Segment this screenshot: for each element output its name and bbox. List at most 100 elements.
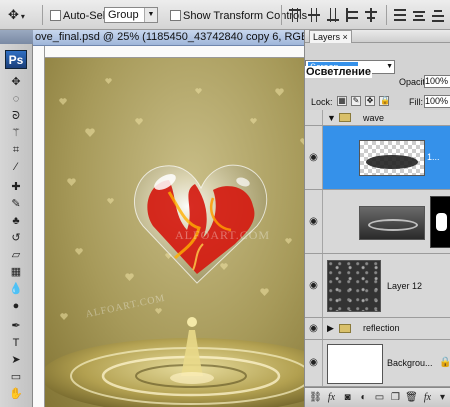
eye-icon: ◉	[309, 215, 318, 227]
canvas[interactable]: ALFOART.COM ALFOART.COM	[45, 58, 337, 407]
path-selection-icon[interactable]: ➤	[8, 353, 24, 367]
layer-thumbnail	[327, 344, 383, 384]
visibility-toggle[interactable]: ◉	[305, 340, 323, 386]
lock-image-icon[interactable]: ✎	[351, 96, 361, 106]
align-vcenter-icon[interactable]	[307, 8, 321, 22]
chevron-down-icon: ▼	[144, 8, 157, 22]
lock-transparent-icon[interactable]: ▦	[337, 96, 347, 106]
layer-name: wave	[363, 113, 385, 123]
watermark: ALFOART.COM	[175, 228, 271, 242]
photoshop-logo[interactable]: Ps	[5, 50, 27, 69]
layer-name: Layer 12	[387, 281, 423, 291]
layer-row-background[interactable]: ◉ Backgrou... 🔒	[305, 340, 450, 387]
chevron-down-icon: ▼	[386, 63, 393, 70]
glass-heart	[134, 164, 268, 284]
move-tool-preset[interactable]: ✥ ▾	[8, 8, 30, 22]
add-mask-icon[interactable]: ◙	[341, 391, 354, 404]
clone-stamp-icon[interactable]: ♣	[8, 214, 24, 228]
fx-icon[interactable]: fx	[421, 391, 434, 404]
tab-layers-label: Layers	[313, 32, 341, 42]
auto-select-checkbox[interactable]	[50, 10, 61, 21]
folder-icon	[339, 113, 351, 122]
options-bar: ✥ ▾ Auto-Select: Group ▼ Show Transform Co…	[0, 0, 450, 30]
visibility-toggle[interactable]: ◉	[305, 126, 323, 189]
layer-thumbnail	[359, 206, 425, 240]
pen-tool-icon[interactable]: ✒	[8, 319, 24, 333]
expand-icon[interactable]: ▾	[436, 391, 449, 404]
close-icon[interactable]: ×	[343, 32, 348, 42]
chevron-right-icon[interactable]: ▶	[327, 323, 334, 334]
align-top-icon[interactable]	[288, 8, 302, 22]
delete-layer-icon[interactable]: 🗑	[405, 391, 418, 404]
tab-layers[interactable]: Layers ×	[309, 30, 352, 43]
dodge-tool-icon[interactable]: ●	[8, 299, 24, 313]
layer-mask-thumbnail[interactable]	[430, 196, 450, 248]
eye-icon: ◉	[309, 322, 318, 334]
layer-thumbnail	[359, 140, 425, 176]
auto-select-dropdown[interactable]: Group ▼	[104, 7, 158, 23]
show-transform-checkbox[interactable]	[170, 10, 181, 21]
layer-group-wave[interactable]: ▼ wave	[305, 110, 450, 126]
folder-icon	[339, 324, 351, 333]
blur-tool-icon[interactable]: 💧	[8, 282, 24, 296]
fill-label: Fill:	[409, 97, 423, 107]
layer-row[interactable]: ◉ Layer 12	[305, 254, 450, 318]
vertical-ruler[interactable]	[33, 46, 45, 407]
visibility-toggle[interactable]: ◉	[305, 318, 323, 339]
visibility-toggle[interactable]	[305, 110, 323, 125]
separator	[281, 5, 282, 25]
type-tool-icon[interactable]: T	[8, 336, 24, 350]
lasso-tool-icon[interactable]: ᘐ	[8, 109, 24, 123]
lock-label: Lock:	[311, 97, 333, 107]
eraser-tool-icon[interactable]: ▱	[8, 248, 24, 262]
hand-tool-icon[interactable]: ✋	[8, 387, 24, 401]
lock-position-icon[interactable]: ✥	[365, 96, 375, 106]
adjustment-layer-icon[interactable]: ◐	[357, 391, 370, 404]
layer-name: Backgrou...	[387, 358, 433, 368]
new-layer-icon[interactable]: ❐	[389, 391, 402, 404]
crop-tool-icon[interactable]: ⌗	[8, 143, 24, 157]
fill-input[interactable]: 100%	[424, 95, 450, 108]
opacity-input[interactable]: 100%	[424, 75, 450, 88]
magic-wand-icon[interactable]: ⚚	[8, 126, 24, 140]
water-splash	[45, 317, 337, 407]
layer-group-reflection[interactable]: ◉ ▶ reflection	[305, 318, 450, 340]
link-layers-icon[interactable]: ⛓	[309, 391, 322, 404]
layers-panel: Layers × Screen ▼ Осветление Opacity: 10…	[304, 30, 450, 407]
lock-all-icon[interactable]: 🔒	[379, 96, 390, 106]
history-brush-icon[interactable]: ↺	[8, 231, 24, 245]
toolbox: Ps ✥ ◌ ᘐ ⚚ ⌗ ⁄ ✚ ✎ ♣ ↺ ▱ ▦ 💧 ● ✒ T ➤ ▭ ✋	[0, 30, 33, 407]
gradient-tool-icon[interactable]: ▦	[8, 265, 24, 279]
distribute-bottom-icon[interactable]	[431, 8, 445, 22]
separator	[42, 5, 43, 25]
move-tool-icon[interactable]: ✥	[8, 75, 24, 89]
visibility-toggle[interactable]: ◉	[305, 254, 323, 317]
align-bottom-icon[interactable]	[326, 8, 340, 22]
eye-icon: ◉	[309, 151, 318, 163]
align-hcenter-icon[interactable]	[364, 8, 378, 22]
eye-icon: ◉	[309, 279, 318, 291]
marquee-tool-icon[interactable]: ◌	[8, 92, 24, 106]
layer-thumbnail	[327, 260, 381, 312]
layer-name: 1...	[427, 152, 440, 162]
layer-row-masked[interactable]: ◉	[305, 190, 450, 254]
shape-tool-icon[interactable]: ▭	[8, 370, 24, 384]
distribute-vcenter-icon[interactable]	[412, 8, 426, 22]
chevron-down-icon[interactable]: ▼	[327, 113, 336, 124]
layer-row-selected[interactable]: ◉ 1...	[305, 126, 450, 190]
new-group-icon[interactable]: ▭	[373, 391, 386, 404]
distribute-top-icon[interactable]	[393, 8, 407, 22]
layers-panel-footer: ⛓ fx ◙ ◐ ▭ ❐ 🗑 fx ▾	[305, 387, 450, 407]
layer-name: reflection	[363, 323, 400, 333]
healing-brush-icon[interactable]: ✚	[8, 180, 24, 194]
blend-mode-tooltip: Осветление	[305, 66, 372, 78]
separator	[386, 5, 387, 25]
toolbox-grip[interactable]	[0, 30, 33, 44]
eyedropper-icon[interactable]: ⁄	[8, 160, 24, 174]
visibility-toggle[interactable]: ◉	[305, 190, 323, 253]
layer-style-icon[interactable]: fx	[325, 391, 338, 404]
document-title: ove_final.psd @ 25% (1185450_43742840 co…	[35, 31, 322, 43]
brush-tool-icon[interactable]: ✎	[8, 197, 24, 211]
align-left-icon[interactable]	[345, 8, 359, 22]
layers-panel-header: Layers ×	[305, 30, 450, 43]
